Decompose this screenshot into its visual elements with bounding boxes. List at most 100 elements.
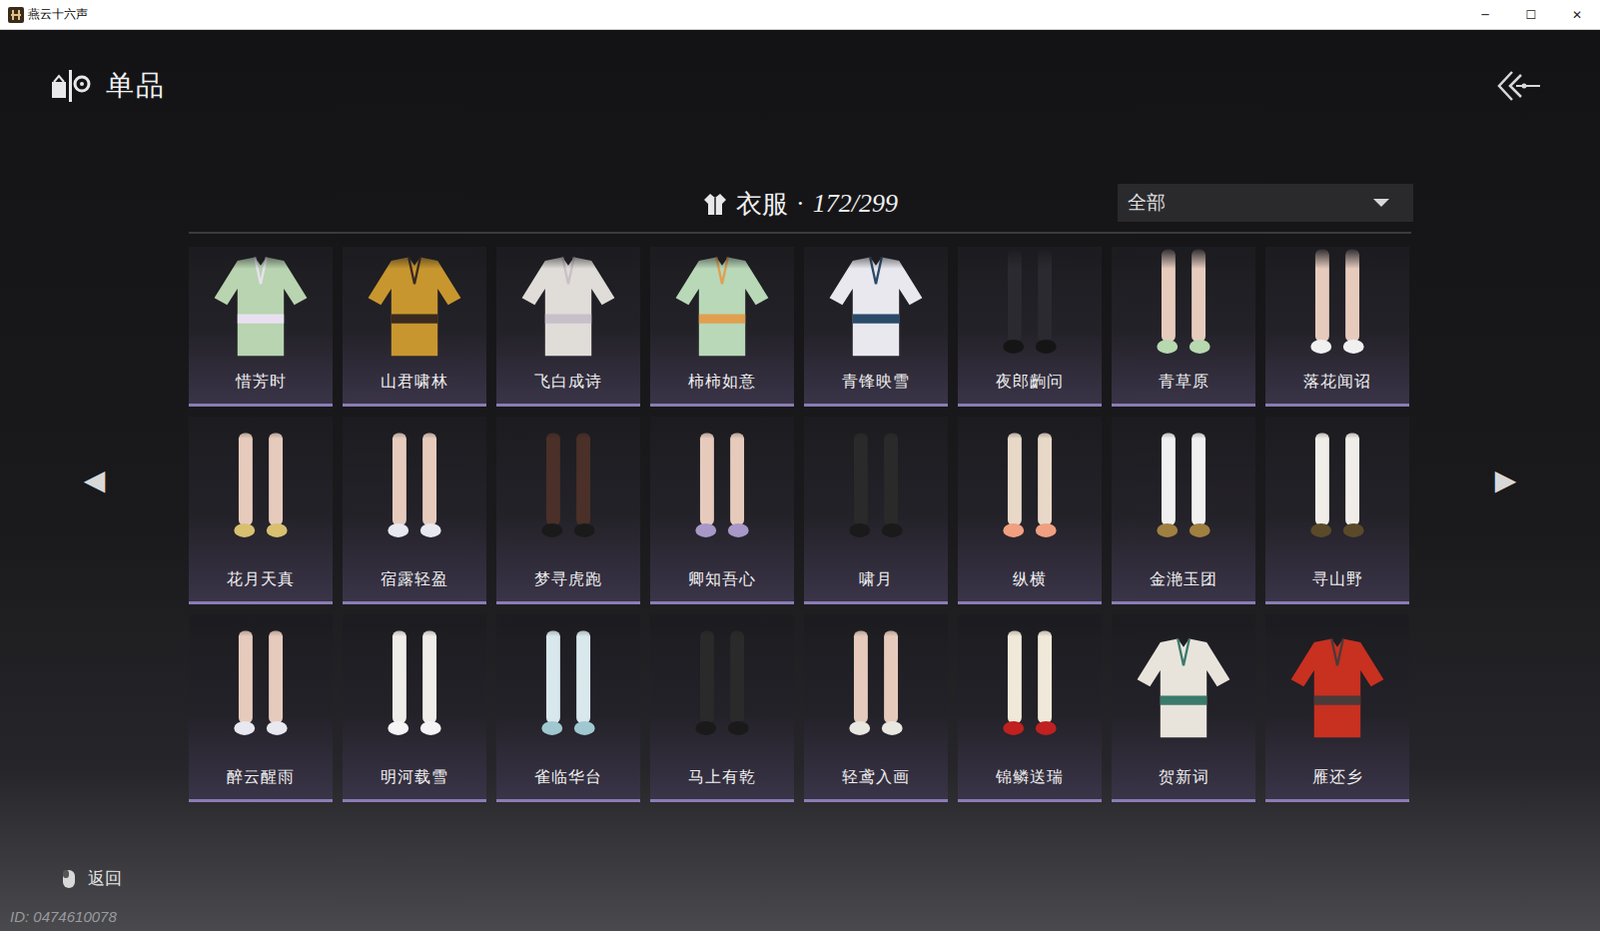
app-icon [7, 6, 24, 23]
item-thumbnail [1111, 246, 1256, 368]
header: 单品 [0, 29, 1600, 106]
item-name: 雀临华台 [496, 763, 641, 800]
item-name: 青锋映雪 [803, 367, 948, 404]
item-thumbnail [1265, 246, 1410, 368]
legwear-icon [971, 416, 1088, 566]
item-card[interactable]: 啸月 [803, 416, 948, 605]
item-name: 明河载雪 [342, 763, 487, 800]
item-thumbnail [650, 246, 795, 368]
clothes-icon [702, 190, 729, 217]
item-thumbnail [342, 416, 487, 566]
title-bar: 燕云十六声─☐✕ [0, 0, 1600, 30]
item-name: 夜郎齣问 [957, 367, 1102, 404]
legwear-icon [356, 614, 473, 764]
item-thumbnail [1111, 614, 1256, 764]
item-thumbnail [957, 614, 1102, 764]
item-name: 金滟玉团 [1111, 565, 1256, 602]
item-card[interactable]: 雁还乡 [1265, 614, 1410, 802]
item-name: 锦鳞送瑞 [957, 763, 1102, 800]
item-card[interactable]: 落花闻诏 [1265, 246, 1410, 407]
category-separator: · [796, 188, 805, 219]
legwear-icon [356, 416, 473, 566]
item-thumbnail [650, 614, 795, 764]
wardrobe-screen: 单品 ◀ 衣服·172/299 全部惜芳时山君啸林飞白成诗柿柿如意青锋映雪夜郎齣问青草… [0, 29, 1600, 931]
item-thumbnail [342, 246, 487, 368]
item-card[interactable]: 贺新词 [1111, 614, 1256, 802]
mouse-icon [61, 868, 76, 889]
header-title: 单品 [105, 66, 166, 105]
item-card[interactable]: 马上有乾 [650, 614, 795, 802]
item-card[interactable]: 梦寻虎跑 [496, 416, 641, 605]
item-card[interactable]: 青草原 [1111, 246, 1256, 407]
item-thumbnail [650, 416, 795, 566]
game-window: 燕云十六声─☐✕ 单品 ◀ 衣服·172/299 全部惜芳时山君啸林飞白成诗柿柿如意青锋… [0, 0, 1600, 931]
prev-page-button[interactable]: ◀ [83, 463, 106, 498]
item-thumbnail [342, 614, 487, 764]
item-thumbnail [496, 246, 641, 368]
filter-dropdown[interactable]: 全部 [1117, 183, 1414, 222]
item-card[interactable]: 雀临华台 [496, 614, 641, 802]
item-card[interactable]: 柿柿如意 [650, 246, 795, 407]
item-card[interactable]: 寻山野 [1265, 416, 1410, 605]
divider [188, 231, 1412, 234]
item-card[interactable]: 惜芳时 [188, 246, 333, 407]
item-card[interactable]: 醉云醒雨 [188, 614, 333, 802]
item-card[interactable]: 明河载雪 [342, 614, 487, 802]
garment-icon [1125, 614, 1242, 764]
item-name: 醉云醒雨 [188, 763, 333, 800]
item-card[interactable]: 飞白成诗 [496, 246, 641, 407]
item-card[interactable]: 花月天真 [188, 416, 333, 605]
back-arrow-icon[interactable] [1496, 68, 1543, 103]
category-bar: 衣服·172/299 全部 [188, 181, 1412, 226]
garment-icon [1279, 614, 1396, 764]
item-thumbnail [1265, 614, 1410, 764]
item-name: 马上有乾 [650, 763, 795, 800]
back-button[interactable]: 返回 [9, 866, 1600, 890]
legwear-icon [510, 614, 627, 764]
category-label: 衣服 [736, 186, 789, 222]
item-name: 贺新词 [1111, 763, 1256, 800]
item-card[interactable]: 卿知吾心 [650, 416, 795, 605]
item-card[interactable]: 纵横 [957, 416, 1102, 605]
item-card[interactable]: 锦鳞送瑞 [957, 614, 1102, 802]
item-card[interactable]: 山君啸林 [342, 246, 487, 407]
item-thumbnail [188, 614, 333, 764]
item-thumbnail [1265, 416, 1410, 566]
filter-value: 全部 [1127, 189, 1166, 216]
legwear-icon [664, 416, 781, 566]
item-name: 山君啸林 [342, 367, 487, 404]
category-count: 172/299 [812, 188, 898, 219]
item-thumbnail [803, 246, 948, 368]
item-icon [49, 65, 92, 106]
item-card[interactable]: 夜郎齣问 [957, 246, 1102, 407]
next-page-button[interactable]: ▶ [1495, 463, 1518, 498]
item-name: 啸月 [803, 565, 948, 602]
item-thumbnail [1111, 416, 1256, 566]
window-control-button[interactable]: ☐ [1508, 0, 1555, 30]
window-control-button[interactable]: ✕ [1554, 0, 1600, 30]
item-thumbnail [188, 416, 333, 566]
item-card[interactable]: 轻鸢入画 [803, 614, 948, 802]
legwear-icon [971, 614, 1088, 764]
item-thumbnail [496, 416, 641, 566]
legwear-icon [817, 614, 934, 764]
item-thumbnail [496, 614, 641, 764]
legwear-icon [202, 416, 319, 566]
item-name: 轻鸢入画 [803, 763, 948, 800]
back-label: 返回 [87, 866, 122, 890]
legwear-icon [1279, 416, 1396, 566]
item-card[interactable]: 青锋映雪 [803, 246, 948, 407]
item-name: 纵横 [957, 565, 1102, 602]
legwear-icon [202, 614, 319, 764]
item-thumbnail [957, 416, 1102, 566]
item-name: 飞白成诗 [496, 367, 641, 404]
item-card[interactable]: 金滟玉团 [1111, 416, 1256, 605]
item-name: 宿露轻盈 [342, 565, 487, 602]
item-name: 青草原 [1111, 367, 1256, 404]
item-thumbnail [803, 416, 948, 566]
legwear-icon [510, 416, 627, 566]
window-control-button[interactable]: ─ [1462, 0, 1509, 30]
item-card[interactable]: 宿露轻盈 [342, 416, 487, 605]
legwear-icon [817, 416, 934, 566]
item-thumbnail [957, 246, 1102, 368]
